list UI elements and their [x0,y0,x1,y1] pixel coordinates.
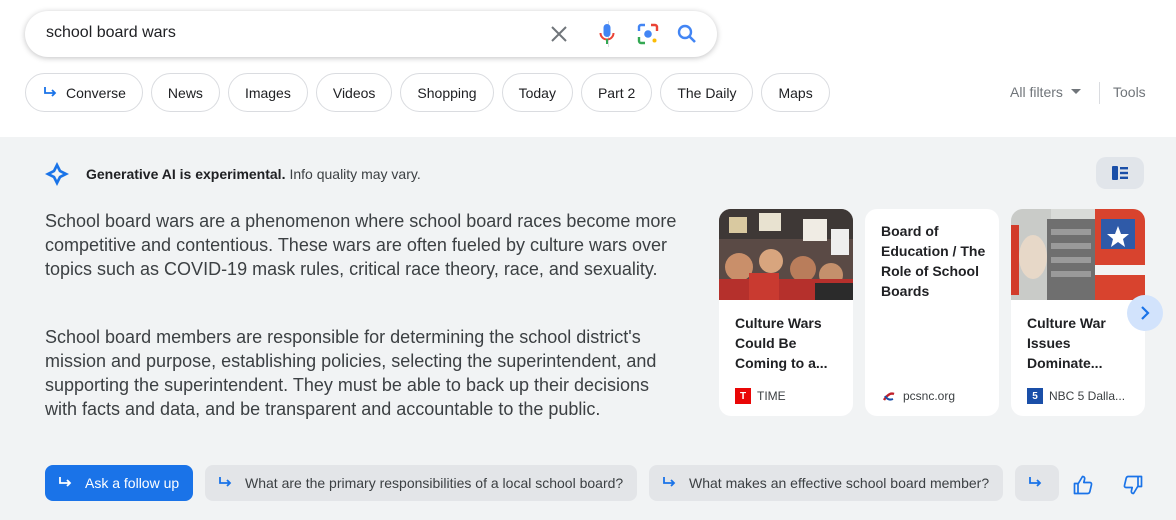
card-title: Board of Education / The Role of School … [881,223,986,299]
chip-label: Images [244,84,291,101]
ask-follow-up-label: Ask a follow up [85,475,180,491]
lens-camera-icon[interactable] [636,22,660,46]
microphone-icon[interactable] [595,22,619,46]
gemini-sparkle-icon [44,161,70,187]
source-card-time[interactable]: Culture Wars Could Be Coming to a... T T… [719,209,853,416]
chip-news[interactable]: News [150,73,220,112]
card-source-name: TIME [757,389,786,403]
search-input[interactable]: school board wars [46,24,176,42]
chip-part-2[interactable]: Part 2 [580,73,653,112]
ai-notice-bold: Generative AI is experimental. [86,166,286,182]
search-header: school board wars Converse News Images V… [0,0,1176,137]
chip-maps[interactable]: Maps [761,73,830,112]
chevron-right-icon [1140,306,1150,320]
chip-label: News [167,84,203,101]
caret-down-icon [1070,89,1081,95]
chip-label: Shopping [417,84,477,101]
time-logo-icon: T [735,388,751,404]
culture-war-collage [1011,209,1145,300]
chip-converse[interactable]: Converse [25,73,143,112]
all-filters-button[interactable]: All filters [1010,84,1081,100]
ai-overview-panel: Generative AI is experimental. Info qual… [0,137,1176,520]
cards-next-button[interactable] [1127,295,1163,331]
reply-arrow-icon [661,476,677,490]
follow-up-suggestion[interactable]: What are the primary responsibilities of… [205,465,638,501]
chip-label: Maps [778,84,813,101]
card-title: Culture War Issues Dominate... [1027,315,1106,371]
source-card-pcsnc[interactable]: Board of Education / The Role of School … [865,209,999,416]
tools-label: Tools [1113,84,1146,100]
reply-arrow-icon [42,86,58,100]
chip-label: Converse [66,84,126,101]
chip-label: Videos [332,84,376,101]
source-card-nbc[interactable]: Culture War Issues Dominate... 5 NBC 5 D… [1011,209,1145,416]
suggestion-label: What makes an effective school board mem… [689,475,990,491]
reply-arrow-icon [1027,476,1043,490]
pcsnc-logo-icon [881,388,897,404]
ai-notice: Generative AI is experimental. Info qual… [44,161,421,187]
reply-arrow-icon [217,476,233,490]
card-source: T TIME [735,388,786,404]
layout-toggle-button[interactable] [1096,157,1144,189]
chip-the-daily[interactable]: The Daily [660,73,754,112]
chip-shopping[interactable]: Shopping [400,73,494,112]
protest-photo [719,209,853,300]
follow-up-suggestion-more[interactable] [1015,465,1059,501]
nbc5-logo-icon: 5 [1027,388,1043,404]
ask-follow-up-button[interactable]: Ask a follow up [45,465,194,501]
all-filters-label: All filters [1010,84,1063,100]
chip-label: Part 2 [597,84,636,101]
ai-paragraph-2: School board members are responsible for… [45,327,657,419]
suggestion-label: What are the primary responsibilities of… [245,475,624,491]
tools-divider [1099,82,1100,104]
thumbs-down-icon[interactable] [1122,474,1144,496]
tools-button[interactable]: Tools [1113,84,1146,100]
clear-icon[interactable] [547,22,571,46]
card-source: pcsnc.org [881,388,955,404]
search-icon[interactable] [675,22,699,46]
follow-up-suggestion[interactable]: What makes an effective school board mem… [649,465,1004,501]
chip-videos[interactable]: Videos [315,73,393,112]
card-title: Culture Wars Could Be Coming to a... [735,315,828,371]
card-source-name: NBC 5 Dalla... [1049,389,1126,403]
chip-images[interactable]: Images [227,73,308,112]
card-source-name: pcsnc.org [903,389,956,403]
layout-list-icon [1112,166,1128,180]
chip-label: The Daily [677,84,737,101]
search-box[interactable]: school board wars [25,11,717,57]
chip-label: Today [518,84,556,101]
chip-today[interactable]: Today [501,73,573,112]
ai-paragraph-1: School board wars are a phenomenon where… [45,211,677,279]
ai-notice-text: Info quality may vary. [289,166,421,182]
filter-chips: Converse News Images Videos Shopping Tod… [25,73,830,112]
card-source: 5 NBC 5 Dalla... [1027,388,1125,404]
reply-arrow-icon [57,476,73,490]
thumbs-up-icon[interactable] [1072,474,1094,496]
